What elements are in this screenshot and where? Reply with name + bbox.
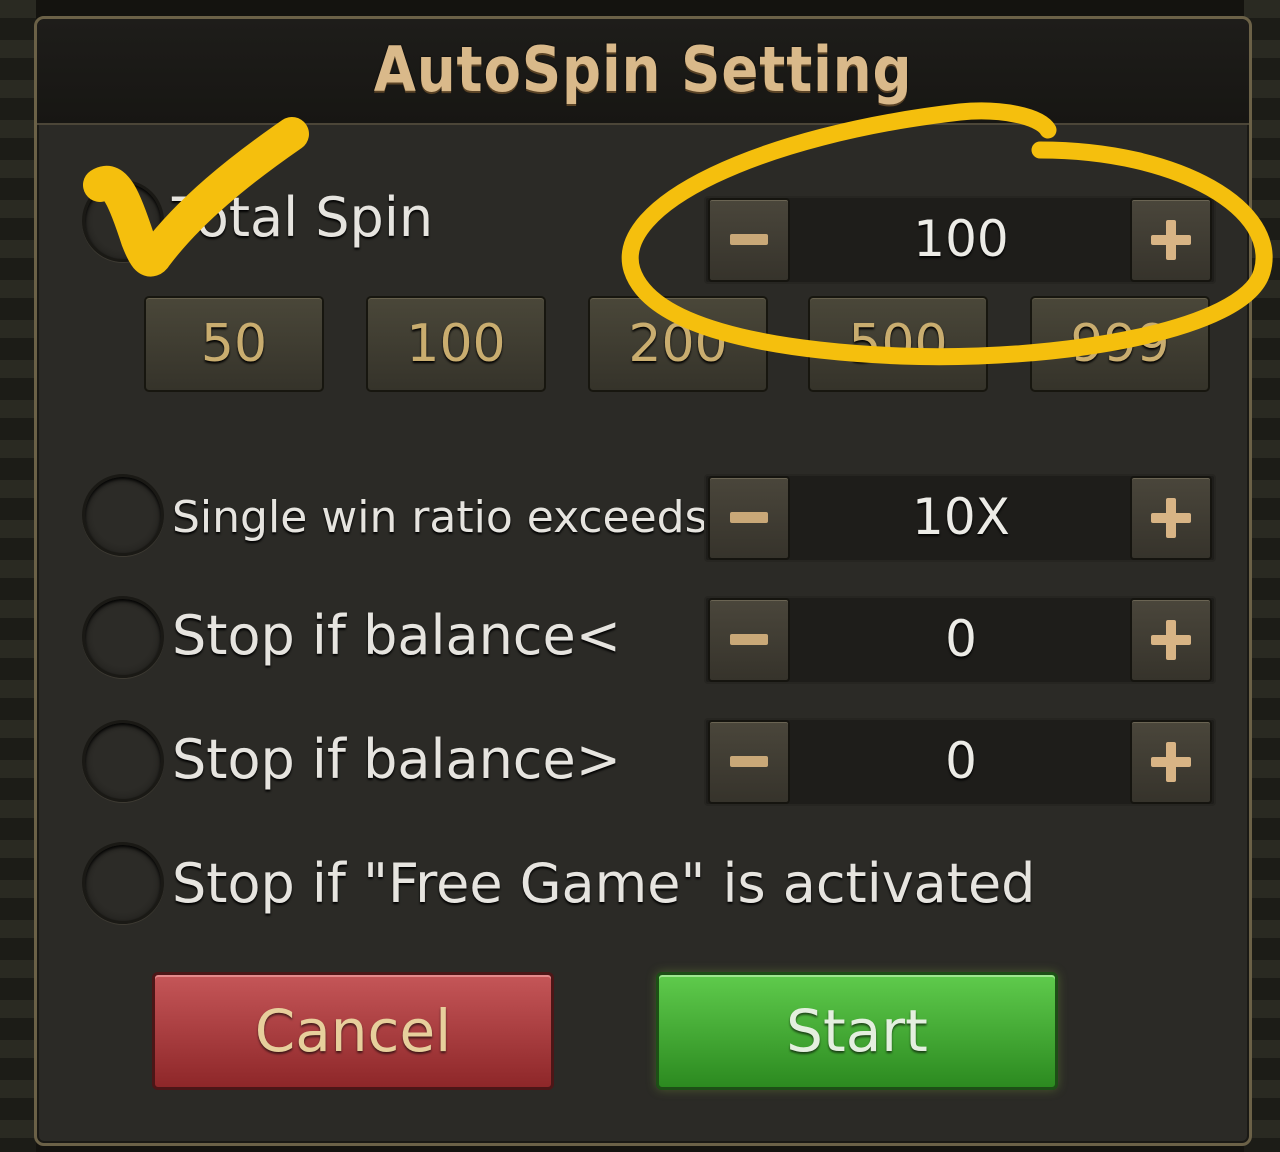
stop-balance-less-plus-button[interactable]: [1130, 598, 1212, 682]
stop-balance-greater-radio[interactable]: [82, 720, 164, 802]
start-button[interactable]: Start: [656, 972, 1058, 1090]
dialog-title: AutoSpin Setting: [373, 33, 913, 106]
preset-button-200[interactable]: 200: [588, 296, 768, 392]
cancel-button[interactable]: Cancel: [152, 972, 554, 1090]
stop-balance-less-value: 0: [945, 610, 977, 668]
total-spin-label: Total Spin: [172, 186, 434, 249]
stop-balance-greater-value: 0: [945, 732, 977, 790]
single-win-ratio-radio[interactable]: [82, 474, 164, 556]
preset-button-50[interactable]: 50: [144, 296, 324, 392]
minus-icon: [730, 634, 768, 645]
stop-balance-greater-plus-button[interactable]: [1130, 720, 1212, 804]
preset-button-999[interactable]: 999: [1030, 296, 1210, 392]
background-left-edge: [0, 0, 36, 1152]
dialog-title-bar: AutoSpin Setting: [37, 19, 1249, 125]
preset-button-500[interactable]: 500: [808, 296, 988, 392]
single-win-ratio-minus-button[interactable]: [708, 476, 790, 560]
single-win-ratio-label: Single win ratio exceeds: [172, 492, 708, 543]
minus-icon: [730, 756, 768, 767]
stop-balance-less-stepper: 0: [704, 596, 1216, 684]
minus-icon: [730, 234, 768, 245]
stop-balance-greater-stepper: 0: [704, 718, 1216, 806]
preset-button-100[interactable]: 100: [366, 296, 546, 392]
stop-free-game-label: Stop if "Free Game" is activated: [172, 852, 1036, 915]
stop-free-game-radio[interactable]: [82, 842, 164, 924]
single-win-ratio-stepper: 10X: [704, 474, 1216, 562]
stop-balance-greater-label: Stop if balance>: [172, 728, 621, 791]
stop-balance-less-label: Stop if balance<: [172, 604, 621, 667]
single-win-ratio-value: 10X: [912, 488, 1010, 546]
total-spin-stepper: 100: [704, 196, 1216, 284]
total-spin-radio[interactable]: [82, 180, 164, 262]
stop-balance-greater-minus-button[interactable]: [708, 720, 790, 804]
minus-icon: [730, 512, 768, 523]
single-win-ratio-plus-button[interactable]: [1130, 476, 1212, 560]
stop-balance-less-radio[interactable]: [82, 596, 164, 678]
total-spin-minus-button[interactable]: [708, 198, 790, 282]
total-spin-plus-button[interactable]: [1130, 198, 1212, 282]
stop-balance-less-minus-button[interactable]: [708, 598, 790, 682]
total-spin-value: 100: [913, 210, 1009, 268]
